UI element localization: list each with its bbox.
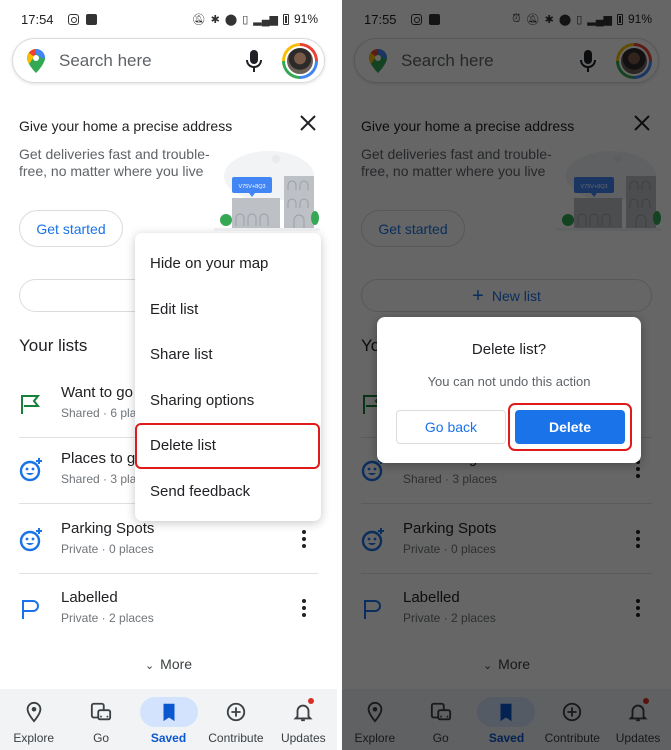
status-time: 17:54 <box>21 11 54 27</box>
search-bar[interactable]: Search here <box>12 38 325 83</box>
menu-item-share-list[interactable]: Share list <box>135 332 321 378</box>
location-icon: ⬤ <box>224 13 238 26</box>
mute-icon: 🔕︎ <box>191 13 206 26</box>
bluetooth-icon: ✱ <box>210 13 220 26</box>
screen-right-delete-dialog: 17:55 ⏰︎ 🔕︎ ✱ ⬤ ▯ ▂▄▆ 91% Search here <box>342 0 671 750</box>
menu-item-sharing-options[interactable]: Sharing options <box>135 378 321 424</box>
pin-outline-icon <box>26 701 42 723</box>
chevron-down-icon: ⌄ <box>144 660 155 672</box>
label-flag-icon <box>22 600 39 619</box>
get-started-button[interactable]: Get started <box>19 210 123 247</box>
nav-saved[interactable]: Saved <box>135 689 202 750</box>
section-title-your-lists: Your lists <box>19 336 88 355</box>
dialog-title: Delete list? <box>471 341 547 358</box>
nav-go[interactable]: Go <box>67 689 134 750</box>
go-back-button[interactable]: Go back <box>396 410 506 444</box>
smiley-plus-icon <box>19 528 42 552</box>
add-circle-icon <box>226 702 246 722</box>
home-address-illustration: V75V+8Q3 <box>214 151 320 231</box>
account-avatar[interactable] <box>282 42 318 79</box>
close-icon[interactable] <box>299 114 317 132</box>
microphone-icon[interactable] <box>246 49 262 72</box>
screen-left-menu-open: 17:54 🔕︎ ✱ ⬤ ▯ ▂▄▆ 91% Search here Give … <box>0 0 337 750</box>
google-maps-logo-icon <box>27 48 45 73</box>
search-input[interactable]: Search here <box>59 51 246 71</box>
promo-title: Give your home a precise address <box>19 118 233 134</box>
instagram-icon <box>67 13 79 25</box>
nav-contribute[interactable]: Contribute <box>202 689 269 750</box>
list-options-menu: Hide on your map Edit list Share list Sh… <box>135 233 321 521</box>
dialog-message: You can not undo this action <box>427 374 591 389</box>
promo-description: Get deliveries fast and trouble-free, no… <box>19 146 210 179</box>
flag-icon <box>21 395 41 414</box>
bell-icon <box>293 704 313 722</box>
menu-item-delete-list[interactable]: Delete list <box>135 423 321 469</box>
bottom-navigation: Explore Go Saved Contribute Updates <box>0 689 337 750</box>
bookmark-icon <box>163 703 175 722</box>
nav-explore[interactable]: Explore <box>0 689 67 750</box>
battery-icon <box>282 13 289 25</box>
news-app-icon <box>85 13 97 25</box>
menu-item-send-feedback[interactable]: Send feedback <box>135 469 321 515</box>
more-options-icon[interactable] <box>300 597 308 619</box>
status-bar: 17:54 🔕︎ ✱ ⬤ ▯ ▂▄▆ 91% <box>0 0 337 38</box>
signal-icon: ▂▄▆ <box>253 13 278 26</box>
smiley-plus-icon <box>19 458 42 482</box>
delete-list-dialog: Delete list? You can not undo this actio… <box>377 317 641 463</box>
list-item-labelled[interactable]: Labelled Private · 2 places <box>19 577 318 643</box>
plus-code-label: V75V+8Q3 <box>238 184 265 190</box>
menu-item-edit-list[interactable]: Edit list <box>135 287 321 333</box>
battery-percent: 91% <box>293 12 318 26</box>
commute-icon <box>91 702 112 721</box>
nav-updates[interactable]: Updates <box>270 689 337 750</box>
more-button[interactable]: ⌄More <box>0 656 337 672</box>
delete-confirm-button[interactable]: Delete <box>515 410 625 444</box>
menu-item-hide-on-map[interactable]: Hide on your map <box>135 241 321 287</box>
more-options-icon[interactable] <box>300 528 308 550</box>
volte-icon: ▯ <box>242 13 249 26</box>
